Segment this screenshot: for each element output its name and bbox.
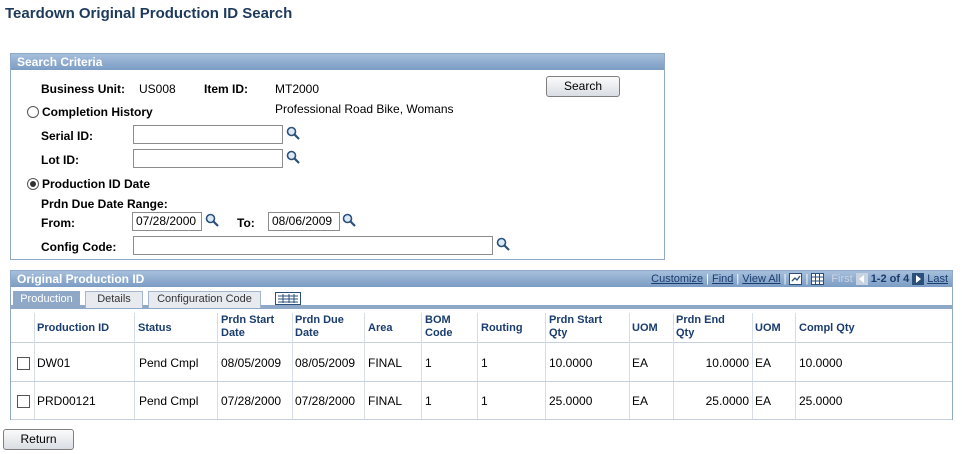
spreadsheet-icon[interactable] <box>811 273 825 285</box>
cell-compl-qty: 10.0000 <box>799 356 843 370</box>
cell-start-qty: 25.0000 <box>549 394 593 408</box>
cell-production-id: PRD00121 <box>37 394 96 408</box>
page-title: Teardown Original Production ID Search <box>5 5 293 22</box>
return-button[interactable]: Return <box>3 429 74 450</box>
cell-due-date: 07/28/2000 <box>295 394 356 408</box>
cell-uom-start: EA <box>632 394 649 408</box>
completion-history-label: Completion History <box>42 105 153 119</box>
config-code-lookup-icon[interactable] <box>496 237 510 251</box>
cell-uom-start: EA <box>632 356 649 370</box>
serial-id-input[interactable] <box>133 125 283 144</box>
item-id-value: MT2000 <box>275 82 320 96</box>
customize-link[interactable]: Customize <box>651 273 703 285</box>
cell-start-qty: 10.0000 <box>549 356 593 370</box>
row-select-checkbox[interactable] <box>17 395 30 408</box>
table-row: DW01 Pend Cmpl 08/05/2009 08/05/2009 FIN… <box>11 344 952 382</box>
first-link[interactable]: First <box>831 273 852 285</box>
lot-id-label: Lot ID: <box>41 153 79 167</box>
cell-start-date: 07/28/2000 <box>221 394 282 408</box>
last-link[interactable]: Last <box>927 273 948 285</box>
col-prdn-end-qty[interactable]: Prdn End Qty <box>676 314 731 340</box>
lot-id-input[interactable] <box>133 149 283 168</box>
completion-history-radio[interactable] <box>27 106 39 118</box>
business-unit-value: US008 <box>139 82 176 96</box>
cell-area: FINAL <box>368 394 403 408</box>
cell-status: Pend Cmpl <box>139 356 199 370</box>
table-row: PRD00121 Pend Cmpl 07/28/2000 07/28/2000… <box>11 382 952 420</box>
col-prdn-due-date[interactable]: Prdn Due Date <box>295 314 355 340</box>
grid-title: Original Production ID <box>17 272 145 286</box>
nav-separator: | <box>783 273 787 285</box>
due-date-range-label: Prdn Due Date Range: <box>41 197 168 211</box>
col-production-id[interactable]: Production ID <box>37 322 109 335</box>
item-id-label: Item ID: <box>204 82 249 96</box>
download-grid-icon[interactable] <box>789 273 803 285</box>
from-date-input[interactable]: 07/28/2000 <box>132 212 202 231</box>
col-uom-start[interactable]: UOM <box>632 322 658 335</box>
grid-navigation: Customize | Find | View All | | First 1-… <box>651 273 948 285</box>
col-routing[interactable]: Routing <box>481 322 523 335</box>
cell-due-date: 08/05/2009 <box>295 356 356 370</box>
cell-end-qty: 10.0000 <box>705 356 749 370</box>
col-status[interactable]: Status <box>138 322 172 335</box>
cell-routing: 1 <box>481 394 488 408</box>
to-label: To: <box>237 216 255 230</box>
original-production-id-grid: Original Production ID Customize | Find … <box>10 270 953 420</box>
tab-configuration-code[interactable]: Configuration Code <box>148 291 261 308</box>
cell-bom-code: 1 <box>425 394 432 408</box>
nav-separator: | <box>736 273 740 285</box>
col-prdn-start-qty[interactable]: Prdn Start Qty <box>549 314 611 340</box>
col-compl-qty[interactable]: Compl Qty <box>799 322 855 335</box>
grid-tabs: Production Details Configuration Code <box>11 289 952 309</box>
show-all-columns-icon[interactable] <box>275 292 301 305</box>
search-button[interactable]: Search <box>546 76 620 97</box>
production-id-date-radio[interactable] <box>27 178 39 190</box>
cell-routing: 1 <box>481 356 488 370</box>
cell-end-qty: 25.0000 <box>705 394 749 408</box>
tab-production[interactable]: Production <box>13 291 80 308</box>
col-area[interactable]: Area <box>368 322 392 335</box>
previous-arrow-icon[interactable] <box>855 273 868 285</box>
from-date-lookup-icon[interactable] <box>205 213 219 227</box>
row-select-checkbox[interactable] <box>17 357 30 370</box>
config-code-label: Config Code: <box>41 240 117 254</box>
lot-id-lookup-icon[interactable] <box>286 150 300 164</box>
row-range: 1-2 of 4 <box>870 273 910 285</box>
cell-area: FINAL <box>368 356 403 370</box>
tab-details[interactable]: Details <box>85 291 143 308</box>
to-date-input[interactable]: 08/06/2009 <box>268 212 340 231</box>
cell-uom-end: EA <box>755 356 772 370</box>
config-code-input[interactable] <box>133 236 493 255</box>
col-bom-code[interactable]: BOM Code <box>425 314 461 340</box>
cell-status: Pend Cmpl <box>139 394 199 408</box>
serial-id-label: Serial ID: <box>41 129 94 143</box>
to-date-lookup-icon[interactable] <box>342 213 356 227</box>
serial-id-lookup-icon[interactable] <box>286 126 300 140</box>
col-prdn-start-date[interactable]: Prdn Start Date <box>221 314 283 340</box>
view-all-link[interactable]: View All <box>742 273 780 285</box>
find-link[interactable]: Find <box>712 273 733 285</box>
cell-start-date: 08/05/2009 <box>221 356 282 370</box>
grid-column-headers: Production ID Status Prdn Start Date Prd… <box>11 313 952 343</box>
search-criteria-panel: Search Criteria Business Unit: US008 Ite… <box>10 53 665 260</box>
cell-bom-code: 1 <box>425 356 432 370</box>
col-uom-end[interactable]: UOM <box>755 322 781 335</box>
from-label: From: <box>41 216 75 230</box>
nav-separator: | <box>805 273 809 285</box>
cell-uom-end: EA <box>755 394 772 408</box>
production-id-date-label: Production ID Date <box>42 177 151 191</box>
cell-production-id: DW01 <box>37 356 71 370</box>
nav-separator: | <box>706 273 709 285</box>
business-unit-label: Business Unit: <box>41 82 126 96</box>
next-arrow-icon[interactable] <box>912 273 925 285</box>
search-criteria-header: Search Criteria <box>11 54 664 70</box>
cell-compl-qty: 25.0000 <box>799 394 843 408</box>
item-description: Professional Road Bike, Womans <box>275 102 454 116</box>
